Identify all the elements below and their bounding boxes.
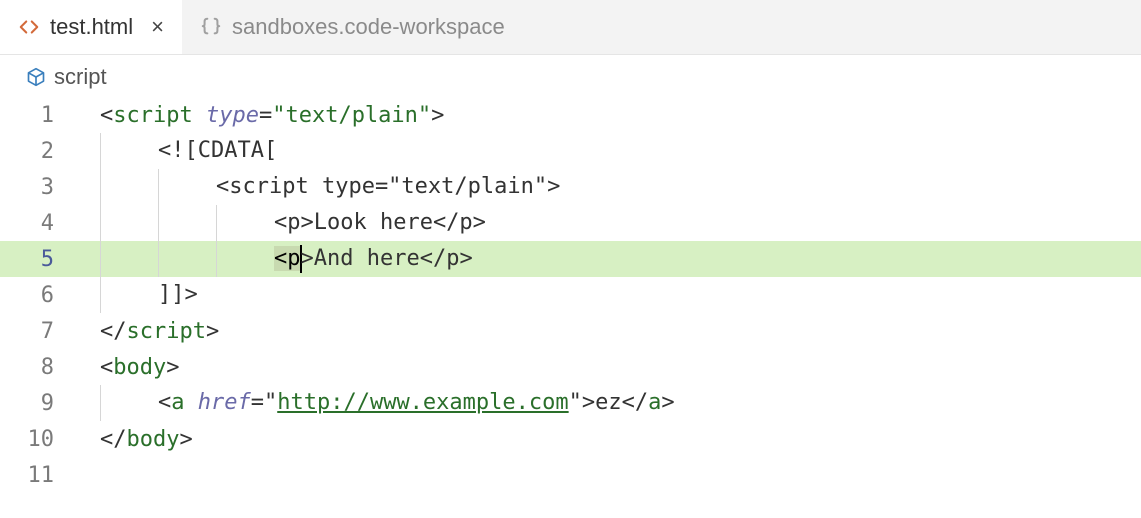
code-content: <![CDATA[: [80, 133, 277, 169]
line-number: 10: [0, 427, 80, 452]
code-content: <p>And here</p>: [80, 241, 473, 277]
indent-guide: [100, 277, 101, 313]
line-number: 5: [0, 247, 80, 272]
code-content: <script type="text/plain">: [80, 169, 560, 205]
line-number: 2: [0, 139, 80, 164]
breadcrumb[interactable]: script: [0, 55, 1141, 97]
code-line[interactable]: 9<a href="http://www.example.com">ez</a>: [0, 385, 1141, 421]
curly-braces-icon: [200, 16, 222, 38]
code-content: <a href="http://www.example.com">ez</a>: [80, 385, 675, 421]
close-icon[interactable]: ×: [151, 16, 164, 38]
code-line[interactable]: 8<body>: [0, 349, 1141, 385]
code-line[interactable]: 7</script>: [0, 313, 1141, 349]
indent-guide: [216, 241, 217, 277]
indent-guide: [158, 241, 159, 277]
tab-label: sandboxes.code-workspace: [232, 14, 505, 40]
code-line[interactable]: 10</body>: [0, 421, 1141, 457]
line-number: 6: [0, 283, 80, 308]
code-content: <p>Look here</p>: [80, 205, 486, 241]
code-line[interactable]: 2<![CDATA[: [0, 133, 1141, 169]
code-content: </body>: [80, 427, 193, 452]
line-number: 8: [0, 355, 80, 380]
angle-brackets-icon: [18, 16, 40, 38]
line-number: 1: [0, 103, 80, 128]
code-line[interactable]: 6]]>: [0, 277, 1141, 313]
line-number: 4: [0, 211, 80, 236]
code-line[interactable]: 1<script type="text/plain">: [0, 97, 1141, 133]
code-line[interactable]: 3<script type="text/plain">: [0, 169, 1141, 205]
line-number: 3: [0, 175, 80, 200]
tab-label: test.html: [50, 14, 133, 40]
tab-sandboxes-workspace[interactable]: sandboxes.code-workspace: [182, 0, 523, 54]
tab-bar: test.html × sandboxes.code-workspace: [0, 0, 1141, 55]
indent-guide: [100, 169, 101, 205]
indent-guide: [100, 133, 101, 169]
code-editor[interactable]: 1<script type="text/plain">2<![CDATA[3<s…: [0, 97, 1141, 493]
indent-guide: [158, 205, 159, 241]
line-number: 11: [0, 463, 80, 488]
indent-guide: [100, 205, 101, 241]
cube-icon: [26, 67, 46, 87]
code-content: ]]>: [80, 277, 198, 313]
line-number: 7: [0, 319, 80, 344]
indent-guide: [158, 169, 159, 205]
code-content: <script type="text/plain">: [80, 103, 444, 128]
code-content: </script>: [80, 319, 219, 344]
code-line[interactable]: 5<p>And here</p>: [0, 241, 1141, 277]
indent-guide: [100, 385, 101, 421]
breadcrumb-label: script: [54, 64, 107, 90]
code-content: <body>: [80, 355, 179, 380]
indent-guide: [216, 205, 217, 241]
code-line[interactable]: 4<p>Look here</p>: [0, 205, 1141, 241]
line-number: 9: [0, 391, 80, 416]
tab-test-html[interactable]: test.html ×: [0, 0, 182, 54]
indent-guide: [100, 241, 101, 277]
code-line[interactable]: 11: [0, 457, 1141, 493]
